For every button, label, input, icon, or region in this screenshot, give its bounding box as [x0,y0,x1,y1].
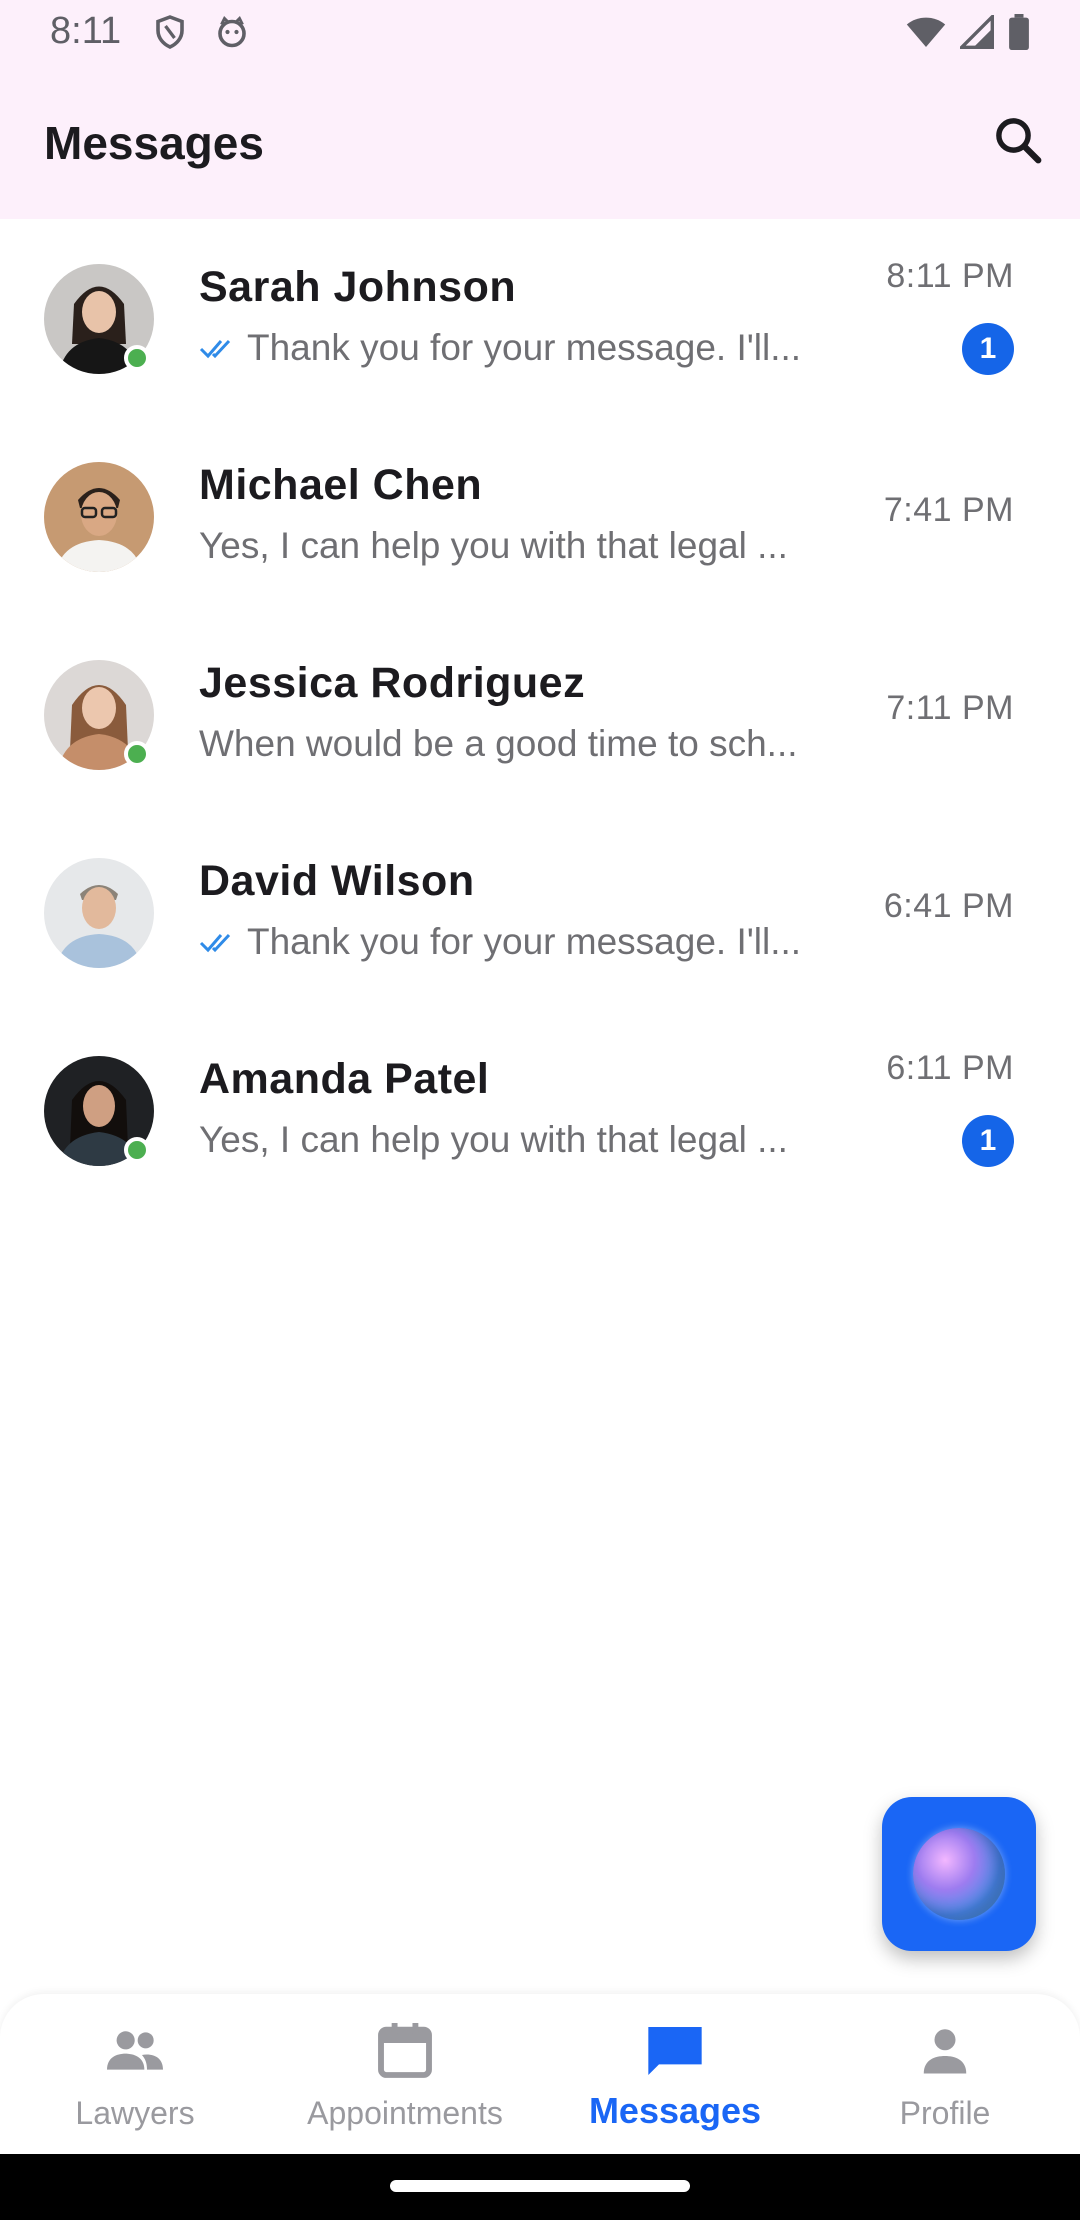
assistant-orb-icon [913,1828,1005,1920]
contact-name: David Wilson [199,857,475,905]
preview-text: Yes, I can help you with that legal ... [199,1119,788,1160]
nav-label: Messages [588,2090,762,2131]
unread-badge: 1 [962,1115,1014,1167]
unread-badge: 1 [962,323,1014,375]
contact-name: Jessica Rodriguez [199,659,586,707]
conversation-item[interactable]: Sarah Johnson Thank you for your message… [0,219,1080,417]
signal-icon [957,12,994,54]
battery-icon [1008,14,1030,55]
shield-icon [152,14,188,55]
nav-label: Lawyers [75,2095,195,2131]
nav-label: Appointments [307,2095,503,2131]
person-icon [910,2016,980,2086]
search-icon [991,113,1045,172]
message-preview: Yes, I can help you with that legal ... [199,525,839,567]
contact-name: Michael Chen [199,461,483,509]
nav-label: Profile [899,2095,991,2131]
calendar-icon [370,2016,440,2086]
message-preview: Thank you for your message. I'll... [199,921,839,963]
message-time: 6:41 PM [883,887,1014,925]
avatar [44,462,154,572]
conversation-item[interactable]: Amanda Patel Yes, I can help you with th… [0,1011,1080,1209]
message-preview: When would be a good time to sch... [199,723,839,765]
search-button[interactable] [986,110,1050,174]
nav-item-profile[interactable]: Profile [810,1994,1080,2154]
message-time: 7:41 PM [883,491,1014,529]
status-time: 8:11 [50,10,122,52]
message-time: 6:11 PM [886,1049,1014,1087]
preview-text: Yes, I can help you with that legal ... [199,525,788,566]
conversation-list: Sarah Johnson Thank you for your message… [0,219,1080,1209]
conversation-item[interactable]: Jessica Rodriguez When would be a good t… [0,615,1080,813]
people-icon [100,2016,170,2086]
app-bar: Messages [0,64,1080,219]
system-navigation-bar [0,2154,1080,2220]
preview-text: Thank you for your message. I'll... [247,327,802,368]
online-indicator [124,741,150,767]
nav-item-messages[interactable]: Messages [540,1994,810,2154]
online-indicator [124,1137,150,1163]
status-bar: 8:11 [0,0,1080,64]
message-time: 7:11 PM [886,689,1014,727]
preview-text: When would be a good time to sch... [199,723,798,764]
nav-item-appointments[interactable]: Appointments [270,1994,540,2154]
chat-icon [640,2016,710,2086]
conversation-item[interactable]: David Wilson Thank you for your message.… [0,813,1080,1011]
status-indicators [906,12,1030,55]
double-check-icon [199,921,243,963]
message-preview: Thank you for your message. I'll... [199,327,839,369]
bottom-navigation: Lawyers Appointments Messages Profile [0,1994,1080,2154]
assistant-fab-button[interactable] [882,1797,1036,1951]
nav-item-lawyers[interactable]: Lawyers [0,1994,270,2154]
cat-icon [214,14,250,55]
wifi-icon [906,15,946,54]
online-indicator [124,345,150,371]
contact-name: Sarah Johnson [199,263,517,311]
contact-name: Amanda Patel [199,1055,490,1103]
preview-text: Thank you for your message. I'll... [247,921,802,962]
message-preview: Yes, I can help you with that legal ... [199,1119,839,1161]
double-check-icon [199,327,243,369]
home-gesture-handle[interactable] [390,2180,690,2192]
avatar [44,858,154,968]
conversation-item[interactable]: Michael Chen Yes, I can help you with th… [0,417,1080,615]
message-time: 8:11 PM [886,257,1014,295]
page-title: Messages [44,117,264,169]
